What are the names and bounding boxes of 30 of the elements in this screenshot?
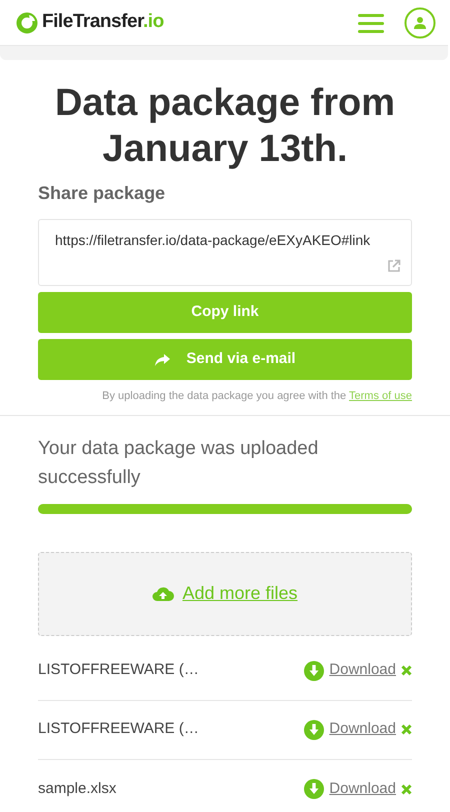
download-link[interactable]: Download (329, 778, 396, 800)
send-email-button[interactable]: Send via e-mail (38, 339, 412, 380)
logo-suffix: .io (142, 11, 164, 32)
logo-text: FileTransfer (42, 11, 143, 32)
page-title: Data package from January 13th. (54, 81, 396, 172)
user-icon[interactable] (404, 6, 436, 38)
download-icon[interactable] (304, 779, 324, 799)
share-arrow-icon (154, 354, 170, 366)
download-link[interactable]: Download (329, 718, 396, 741)
external-link-icon[interactable] (387, 259, 401, 273)
menu-icon[interactable] (358, 12, 384, 32)
terms-link[interactable]: Terms of use (349, 390, 412, 402)
file-name: LISTOFFREEWARE (… (38, 719, 199, 740)
cloud-upload-icon (152, 586, 174, 602)
upload-status: Your data package was uploaded successfully (38, 436, 320, 490)
copy-link-button[interactable]: Copy link (38, 292, 412, 333)
download-link[interactable]: Download (329, 659, 396, 682)
remove-icon[interactable] (401, 784, 412, 794)
remove-icon[interactable] (401, 665, 412, 676)
section-heading: Share package (38, 182, 166, 205)
download-icon[interactable] (304, 660, 324, 680)
file-name: LISTOFFREEWARE (… (38, 660, 199, 680)
drop-zone[interactable]: Add more files (38, 552, 412, 636)
terms-note: By uploading the data package you agree with the Terms of use (101, 389, 412, 404)
add-files-link[interactable]: Add more files (182, 580, 298, 607)
file-name: sample.xlsx (38, 778, 116, 799)
remove-icon[interactable] (401, 724, 412, 735)
logo-icon (16, 12, 38, 34)
link-field[interactable]: https://filetransfer.io/data-package/eEXyAKEO#link (38, 219, 412, 286)
download-icon[interactable] (304, 720, 324, 740)
